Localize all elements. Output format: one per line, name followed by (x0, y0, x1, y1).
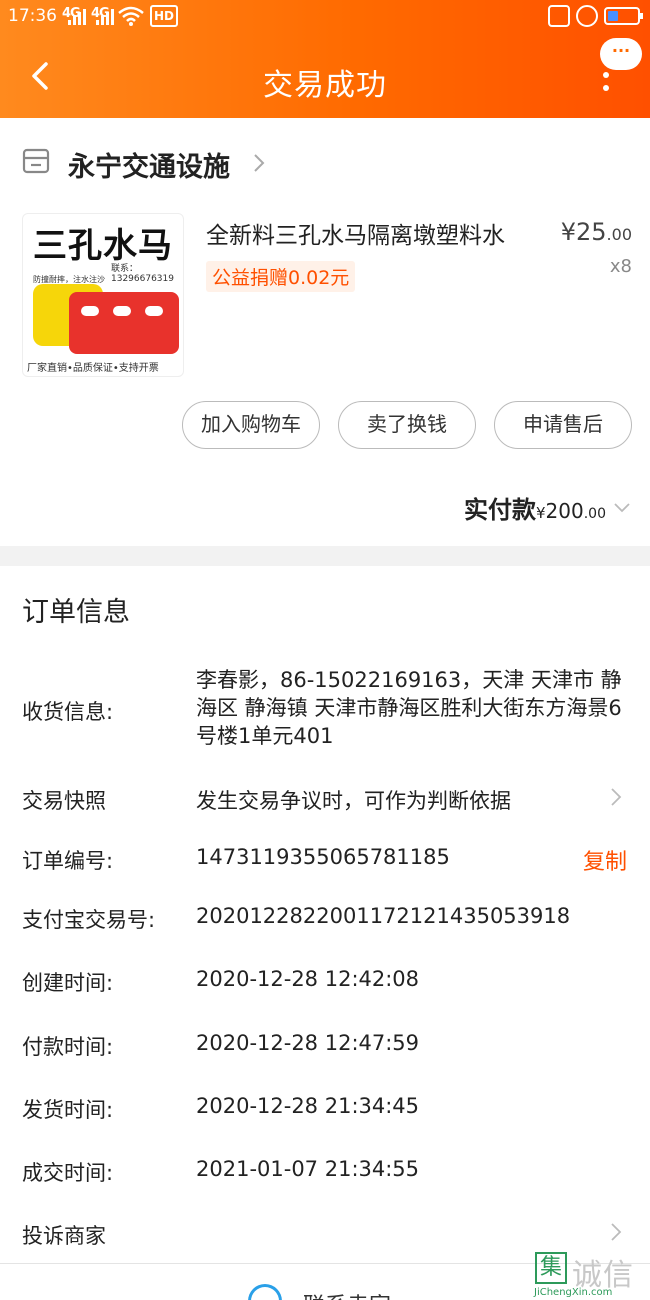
vibrate-icon (548, 5, 570, 27)
snapshot-label[interactable]: 交易快照 (22, 785, 106, 815)
hd-icon: HD (150, 5, 179, 27)
product-image-footer: 厂家直销•品质保证•支持开票 (27, 363, 159, 374)
more-options-button[interactable] (598, 70, 614, 96)
alarm-icon (576, 5, 598, 27)
page-title: 交易成功 (263, 68, 387, 103)
snapshot-value[interactable]: 发生交易争议时，可作为判断依据 (196, 785, 511, 815)
price-decimal: .00 (606, 225, 632, 244)
product-image-contact: 联系：13296676319 (111, 264, 174, 284)
chevron-right-icon[interactable] (609, 1221, 623, 1243)
payment-label: 实付款 (464, 496, 536, 524)
contact-seller-button[interactable]: 联系卖家 (303, 1288, 391, 1300)
shipping-value: 李春影，86-15022169163，天津 天津市 静海区 静海镇 天津市静海区… (196, 668, 622, 748)
top-header: 17:36 4G 4G HD 交易成功 ··· (0, 0, 650, 118)
watermark-logo: 集 诚信 JiChengXin.com (532, 1250, 650, 1300)
chevron-right-icon[interactable] (609, 786, 623, 808)
order-info-section: 订单信息 收货信息: 李春影，86-15022169163，天津 天津市 静海区… (0, 566, 650, 1300)
signal-icon (96, 9, 114, 25)
payment-decimal: .00 (583, 506, 606, 522)
payment-total[interactable]: 实付款¥200.00 (464, 490, 606, 525)
order-number-value: 1473119355065781185 (196, 845, 450, 869)
alipay-value: 2020122822001172121435053918 (196, 904, 571, 928)
complaint-link[interactable]: 投诉商家 (22, 1220, 106, 1250)
after-sales-button[interactable]: 申请售后 (494, 401, 632, 449)
shop-icon (22, 148, 50, 174)
message-bubble[interactable]: ··· (600, 38, 642, 70)
shipping-label: 收货信息: (22, 700, 114, 724)
created-time-label: 创建时间: (22, 971, 114, 995)
chevron-down-icon[interactable] (612, 500, 632, 514)
signal-icon (68, 9, 86, 25)
add-to-cart-button[interactable]: 加入购物车 (182, 401, 320, 449)
price-symbol: ¥ (560, 218, 576, 246)
red-barrier-graphic (69, 292, 179, 354)
created-time-value: 2020-12-28 12:42:08 (196, 967, 420, 991)
paid-time-value: 2020-12-28 12:47:59 (196, 1031, 420, 1055)
payment-symbol: ¥ (536, 504, 546, 522)
watermark-url: JiChengXin.com (534, 1287, 613, 1298)
resell-button[interactable]: 卖了换钱 (338, 401, 476, 449)
watermark-box: 集 (535, 1252, 567, 1284)
paid-time-label: 付款时间: (22, 1035, 114, 1059)
product-price: ¥25.00 (561, 218, 632, 246)
product-title[interactable]: 全新料三孔水马隔离墩塑料水 (206, 216, 505, 250)
status-bar: 17:36 4G 4G HD (0, 0, 650, 34)
battery-icon (604, 7, 643, 25)
section-title: 订单信息 (22, 597, 130, 628)
shop-name[interactable]: 永宁交通设施 (68, 145, 230, 184)
order-number-label: 订单编号: (22, 849, 114, 873)
price-int: 25 (576, 218, 607, 246)
payment-amount: 200 (545, 499, 584, 523)
product-image[interactable]: 三孔水马 联系：13296676319 防撞耐摔，注水注沙 厂家直销•品质保证•… (22, 213, 184, 377)
contact-seller-icon[interactable] (248, 1284, 282, 1300)
copy-button[interactable]: 复制 (583, 844, 627, 876)
deal-time-label: 成交时间: (22, 1161, 114, 1185)
product-image-headline: 三孔水马 (33, 226, 173, 266)
charity-badge: 公益捐赠0.02元 (206, 261, 356, 292)
product-quantity: x8 (609, 256, 632, 277)
alipay-label: 支付宝交易号: (22, 908, 156, 932)
order-product-card: 永宁交通设施 三孔水马 联系：13296676319 防撞耐摔，注水注沙 厂家直… (0, 118, 650, 546)
status-time: 17:36 (8, 6, 57, 26)
shipped-time-value: 2020-12-28 21:34:45 (196, 1094, 420, 1118)
wifi-icon (118, 6, 144, 26)
chevron-right-icon[interactable] (252, 152, 266, 174)
shipped-time-label: 发货时间: (22, 1098, 114, 1122)
deal-time-value: 2021-01-07 21:34:55 (196, 1157, 420, 1181)
